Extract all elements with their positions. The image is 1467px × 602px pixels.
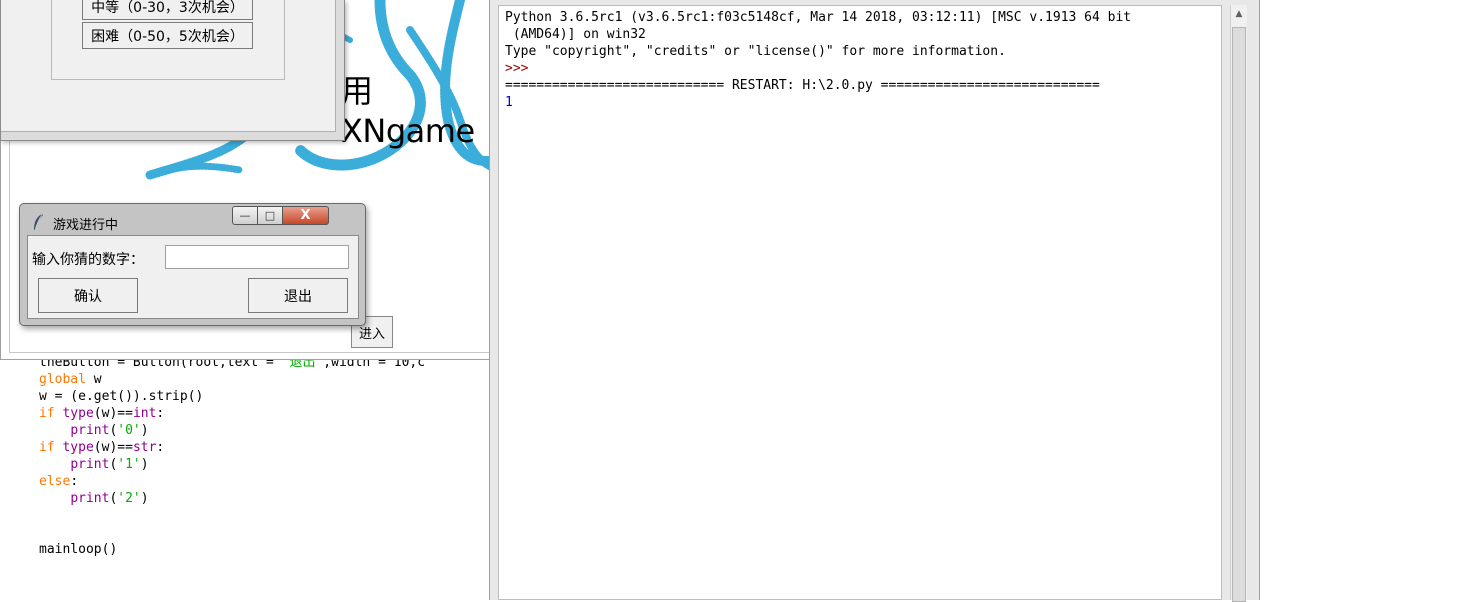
python-shell-window: Python 3.6.5rc1 (v3.6.5rc1:f03c5148cf, M… <box>489 0 1260 602</box>
code-token: : <box>70 474 79 489</box>
code-token: (w)== <box>93 406 133 421</box>
code-token: type <box>62 406 94 421</box>
code-token: type <box>62 440 94 455</box>
medium-difficulty-button[interactable]: 中等（0-30，3次机会） <box>82 0 253 20</box>
code-token: w = (e.get()).strip() <box>39 389 204 404</box>
code-token: ) <box>140 423 149 438</box>
code-token: : <box>156 440 165 455</box>
game-dialog: 游戏进行中 — □ X 输入你猜的数字： 确认 退出 <box>19 203 366 326</box>
dialog-body: 输入你猜的数字： 确认 退出 <box>27 235 359 319</box>
exit-button[interactable]: 退出 <box>248 278 348 313</box>
confirm-button[interactable]: 确认 <box>38 278 138 313</box>
code-token: print <box>70 457 110 472</box>
close-icon: X <box>300 208 311 223</box>
code-line: if type(w)==str: <box>39 439 425 456</box>
code-token: : <box>156 406 165 421</box>
code-line: global w <box>39 371 425 388</box>
maximize-icon: □ <box>264 209 276 222</box>
code-token: if <box>39 406 55 421</box>
code-line: w = (e.get()).strip() <box>39 388 425 405</box>
code-token: '0' <box>117 423 141 438</box>
code-token: w <box>85 372 102 387</box>
difficulty-window: 中等（0-30，3次机会） 困难（0-50，5次机会） <box>0 0 345 141</box>
code-token: '2' <box>117 491 141 506</box>
code-token: print <box>70 491 110 506</box>
code-line: if type(w)==int: <box>39 405 425 422</box>
scroll-thumb[interactable] <box>1232 27 1246 602</box>
feather-icon <box>34 213 43 231</box>
close-button[interactable]: X <box>283 206 329 225</box>
maximize-button[interactable]: □ <box>258 206 283 225</box>
code-token: ) <box>140 457 149 472</box>
code-token: else <box>39 474 71 489</box>
difficulty-window-body: 中等（0-30，3次机会） 困难（0-50，5次机会） <box>1 0 336 132</box>
minimize-icon: — <box>239 209 251 222</box>
shell-restart-line: ============================ RESTART: H:… <box>505 78 1100 93</box>
code-line: print('2') <box>39 490 425 507</box>
code-line: else: <box>39 473 425 490</box>
code-token: if <box>39 440 55 455</box>
minimize-button[interactable]: — <box>232 206 258 225</box>
code-token: (w)== <box>93 440 133 455</box>
hard-difficulty-button[interactable]: 困难（0-50，5次机会） <box>82 22 253 49</box>
code-token: ) <box>140 491 149 506</box>
code-token: int <box>132 406 157 421</box>
code-token: '1' <box>117 457 141 472</box>
code-token: global <box>39 372 86 387</box>
dialog-title: 游戏进行中 <box>53 218 119 233</box>
scroll-up-arrow-icon[interactable]: ▲ <box>1231 5 1247 22</box>
window-controls: — □ X <box>232 206 329 225</box>
game-title-text: 用XNgame <box>341 72 475 150</box>
code-token: print <box>70 423 110 438</box>
shell-program-output: 1 <box>505 95 513 110</box>
shell-banner-line2: (AMD64)] on win32 <box>505 27 646 42</box>
guess-input-label: 输入你猜的数字： <box>32 252 144 268</box>
code-line: print('1') <box>39 456 425 473</box>
code-line: mainloop() <box>39 541 425 558</box>
shell-prompt: >>> <box>505 61 537 76</box>
shell-output-area[interactable]: Python 3.6.5rc1 (v3.6.5rc1:f03c5148cf, M… <box>498 5 1222 600</box>
shell-banner-line1: Python 3.6.5rc1 (v3.6.5rc1:f03c5148cf, M… <box>505 10 1132 25</box>
editor-code[interactable]: theButton = Button(root,text = '退出',widt… <box>39 354 425 558</box>
code-token: mainloop() <box>39 542 118 557</box>
shell-scrollbar[interactable]: ▲ <box>1230 5 1247 602</box>
guess-input[interactable] <box>165 245 349 269</box>
shell-banner-line3: Type "copyright", "credits" or "license(… <box>505 44 1006 59</box>
code-token: str <box>132 440 157 455</box>
code-line: print('0') <box>39 422 425 439</box>
